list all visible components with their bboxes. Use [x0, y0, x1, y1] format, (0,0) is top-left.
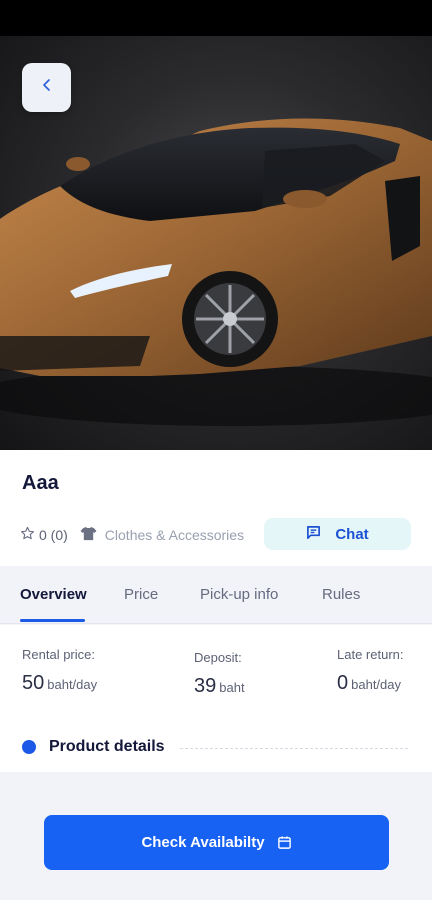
deposit-value: 39: [194, 675, 217, 697]
rental-price-value: 50: [22, 672, 45, 694]
tab-overview[interactable]: Overview: [20, 586, 87, 603]
chat-button-label: Chat: [335, 525, 369, 543]
back-button[interactable]: [22, 63, 71, 112]
status-bar: [0, 0, 432, 36]
deposit-value-row: 39 baht: [194, 675, 245, 698]
chat-bubble-icon: [306, 525, 321, 544]
rental-price-unit: baht/day: [47, 677, 98, 692]
check-availability-button[interactable]: Check Availabilty: [44, 815, 389, 870]
deposit-unit: baht: [219, 680, 245, 695]
bottom-bar: Check Availabilty: [0, 772, 432, 900]
product-title: Aaa: [22, 472, 59, 494]
rental-price: Rental price: 50 baht/day: [22, 647, 97, 695]
active-tab-indicator: [20, 619, 85, 622]
deposit-label: Deposit:: [194, 650, 242, 665]
chat-button[interactable]: Chat: [264, 518, 411, 550]
late-return-unit: baht/day: [351, 677, 401, 692]
late-return-value-row: 0 baht/day: [337, 672, 404, 695]
calendar-icon: [277, 835, 292, 850]
product-details-header: Product details: [22, 738, 165, 756]
late-return: Late return: 0 baht/day: [337, 647, 404, 695]
divider: [180, 748, 408, 749]
check-availability-label: Check Availabilty: [141, 834, 265, 851]
chevron-left-icon: [40, 78, 54, 97]
product-details-title: Product details: [49, 738, 165, 755]
tab-bar: Overview Price Pick-up info Rules: [0, 566, 432, 624]
tab-price[interactable]: Price: [124, 586, 158, 603]
rental-price-label: Rental price:: [22, 647, 95, 662]
pricing-section: Rental price: 50 baht/day Deposit: 39 baht…: [0, 625, 432, 772]
tshirt-icon: [80, 526, 97, 544]
product-info: Aaa 0 (0) Clothes & Accessories Chat: [0, 450, 432, 566]
star-outline-icon: [20, 526, 35, 544]
category-label[interactable]: Clothes & Accessories: [105, 527, 244, 543]
rental-price-value-row: 50 baht/day: [22, 672, 97, 695]
rating-text: 0 (0): [39, 527, 68, 543]
tab-pickup-info[interactable]: Pick-up info: [200, 586, 278, 603]
late-return-value: 0: [337, 672, 349, 694]
late-return-label: Late return:: [337, 647, 404, 662]
product-meta: 0 (0) Clothes & Accessories: [20, 526, 244, 544]
deposit: Deposit: 39 baht: [194, 650, 245, 698]
bullet-dot-icon: [22, 740, 36, 754]
tab-rules[interactable]: Rules: [322, 586, 360, 603]
